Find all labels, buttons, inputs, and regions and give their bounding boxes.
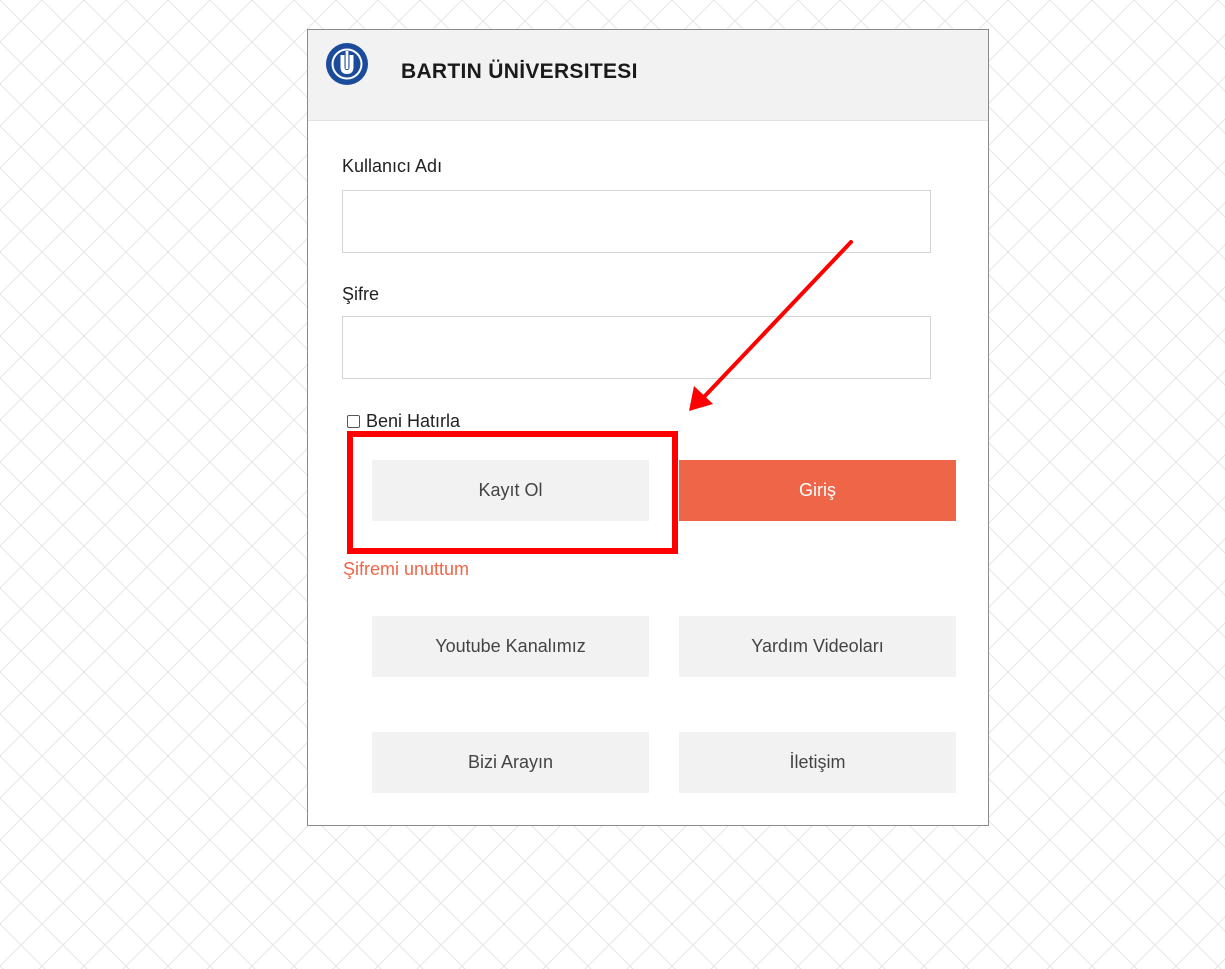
help-videos-button[interactable]: Yardım Videoları: [679, 616, 956, 677]
login-card: BARTIN ÜNİVERSITESI Kullanıcı Adı Şifre …: [307, 29, 989, 826]
remember-label: Beni Hatırla: [366, 411, 461, 431]
remember-checkbox[interactable]: [347, 415, 360, 428]
login-button[interactable]: Giriş: [679, 460, 956, 521]
call-us-button[interactable]: Bizi Arayın: [372, 732, 649, 793]
username-input[interactable]: [342, 190, 931, 253]
remember-me[interactable]: Beni Hatırla: [347, 411, 460, 432]
university-name: BARTIN ÜNİVERSITESI: [401, 60, 638, 83]
password-label: Şifre: [342, 284, 380, 304]
card-header: BARTIN ÜNİVERSITESI: [308, 30, 988, 121]
youtube-channel-button[interactable]: Youtube Kanalımız: [372, 616, 649, 677]
password-input[interactable]: [342, 316, 931, 379]
annotation-highlight-box: [347, 431, 678, 554]
username-label: Kullanıcı Adı: [342, 156, 443, 176]
forgot-password-link[interactable]: Şifremi unuttum: [343, 559, 469, 580]
university-logo-icon: [326, 43, 368, 85]
contact-button[interactable]: İletişim: [679, 732, 956, 793]
